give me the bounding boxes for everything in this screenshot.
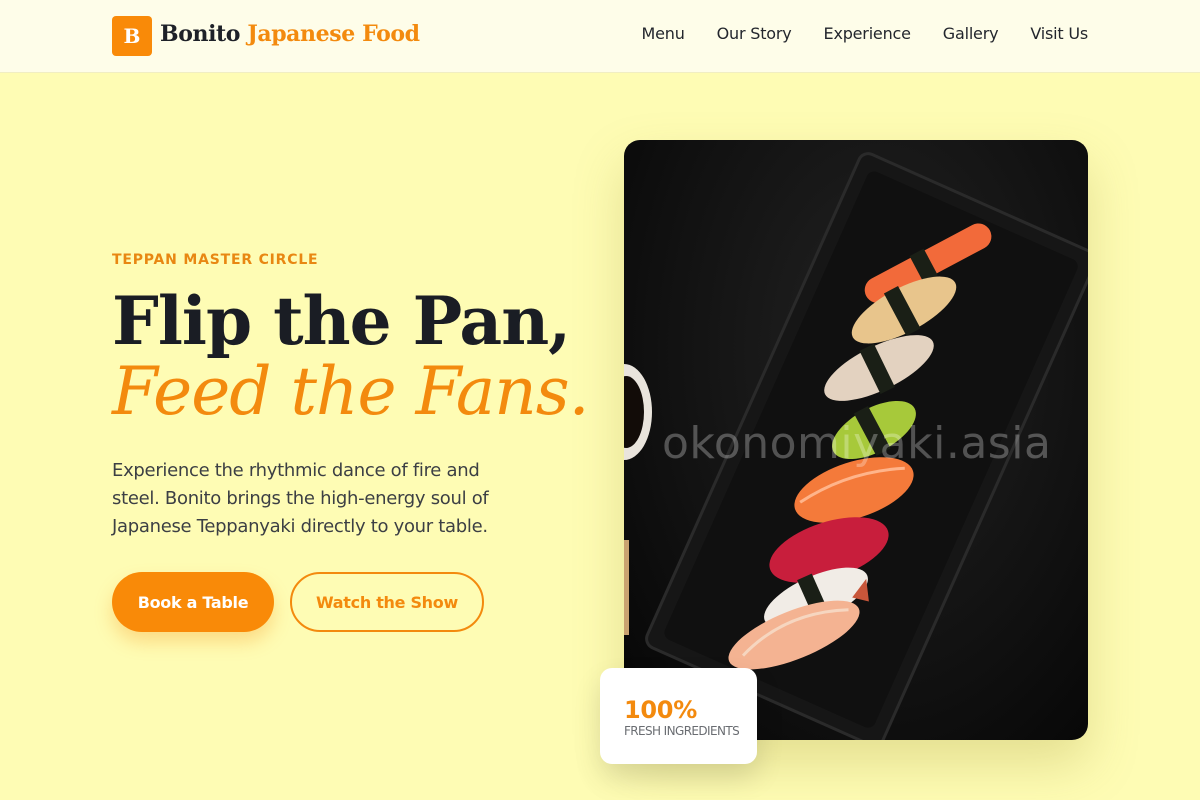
brand-name[interactable]: Bonito Japanese Food: [160, 21, 420, 47]
image-watermark: okonomiyaki.asia: [662, 418, 1052, 469]
book-table-button[interactable]: Book a Table: [112, 572, 274, 632]
brand-name-accent: Japanese Food: [247, 21, 420, 47]
hero-title-line1: Flip the Pan,: [112, 282, 571, 360]
hero-description: Experience the rhythmic dance of fire an…: [112, 460, 489, 537]
site-header: B Bonito Japanese Food Menu Our Story Ex…: [0, 0, 1200, 73]
watch-show-button[interactable]: Watch the Show: [290, 572, 484, 632]
main-nav: Menu Our Story Experience Gallery Visit …: [642, 24, 1089, 43]
nav-item-our-story[interactable]: Our Story: [717, 24, 792, 43]
nav-item-experience[interactable]: Experience: [824, 24, 911, 43]
nav-item-visit-us[interactable]: Visit Us: [1030, 24, 1088, 43]
stat-value: 100%: [624, 696, 697, 724]
nav-item-gallery[interactable]: Gallery: [943, 24, 999, 43]
hero-sushi-image: okonomiyaki.asia: [624, 140, 1088, 740]
stat-card: 100% FRESH INGREDIENTS: [600, 668, 757, 764]
nav-item-menu[interactable]: Menu: [642, 24, 685, 43]
stat-label: FRESH INGREDIENTS: [624, 724, 740, 738]
brand-name-primary: Bonito: [160, 21, 241, 47]
hero-title-line2: Feed the Fans.: [112, 353, 590, 430]
logo-icon[interactable]: B: [112, 16, 152, 56]
hero-eyebrow: TEPPAN MASTER CIRCLE: [112, 252, 319, 268]
